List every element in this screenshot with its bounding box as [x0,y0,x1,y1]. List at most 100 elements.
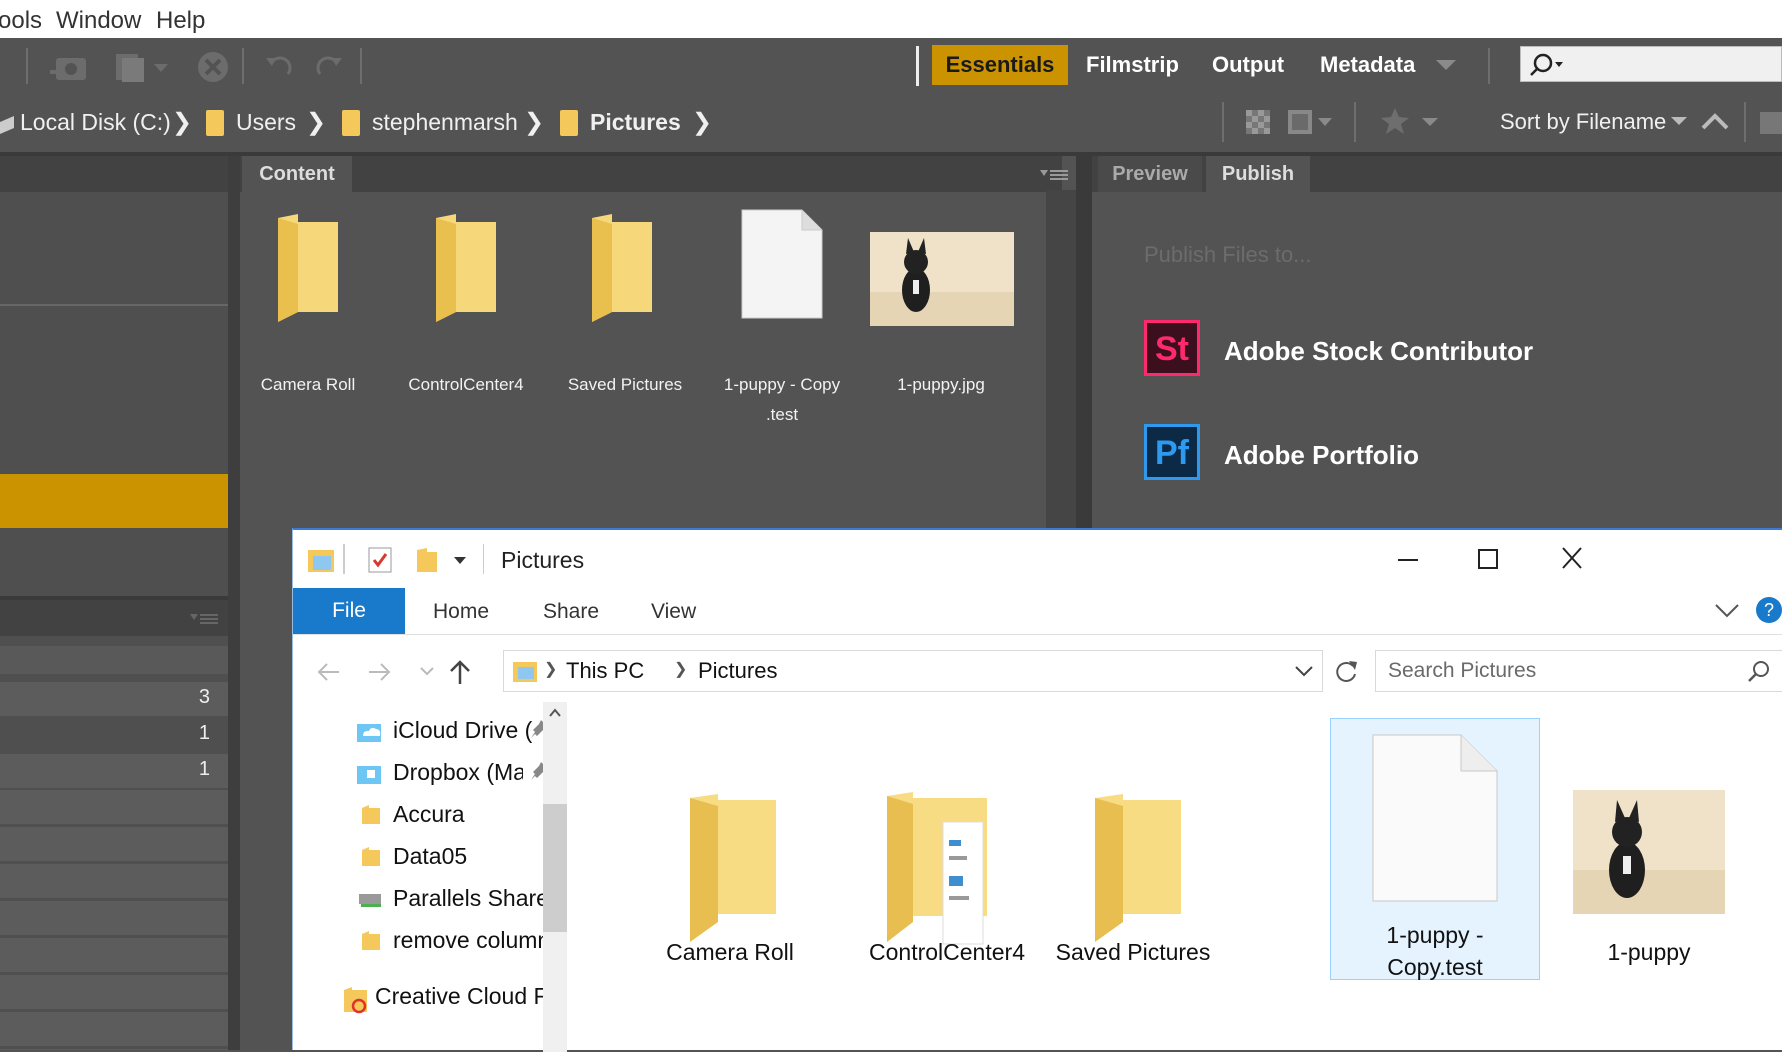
search-placeholder: Search Pictures [1388,659,1537,682]
crumb-chevron-icon[interactable]: ❯ [306,108,326,137]
minimize-icon[interactable] [1373,538,1443,582]
address-this-pc[interactable]: This PC [566,658,644,684]
properties-checkmark-icon[interactable] [367,546,393,574]
copy-dropdown-icon[interactable] [114,50,174,82]
menu-window[interactable]: Window [56,7,141,35]
nav-item-parallels-share[interactable]: Parallels Share o [393,885,553,912]
bridge-search-field[interactable] [1520,46,1782,82]
file-label[interactable]: Camera Roll [630,936,830,968]
file-label[interactable]: 1-puppy [1549,936,1749,968]
crumb-chevron-icon[interactable]: ❯ [524,108,544,137]
ascending-order-chevron-icon[interactable] [1700,108,1730,134]
menu-tools[interactable]: ools [0,7,42,35]
workspace-filmstrip[interactable]: Filmstrip [1086,45,1179,85]
nav-item-data05[interactable]: Data05 [393,843,467,870]
thumbnail-label[interactable]: Camera Roll [233,370,383,400]
nav-item-icloud-drive[interactable]: iCloud Drive ( [393,717,532,744]
tab-publish[interactable]: Publish [1206,156,1310,192]
thumbnail-label[interactable]: Saved Pictures [550,370,700,400]
refresh-icon[interactable] [1331,658,1361,686]
search-icon[interactable] [1746,659,1772,685]
rotate-left-icon[interactable] [262,50,296,82]
folder-icon[interactable] [276,212,340,324]
filter-items-icon[interactable] [1286,108,1336,136]
puppy-photo-thumbnail[interactable] [870,232,1014,326]
blank-file-icon[interactable] [740,208,824,320]
recent-locations-chevron-icon[interactable] [419,666,435,678]
selected-file-tile[interactable]: 1-puppy - Copy.test [1330,718,1540,980]
menu-help[interactable]: Help [156,7,205,35]
filter-row[interactable]: 1 [0,754,228,788]
nav-item-dropbox[interactable]: Dropbox (Mac [393,759,523,786]
panel-menu-icon[interactable] [190,612,220,626]
tab-preview[interactable]: Preview [1098,156,1202,192]
forward-arrow-icon[interactable] [365,660,393,684]
thumbnail-label[interactable]: 1-puppy.jpg [866,370,1016,400]
star-rating-filter-icon[interactable] [1380,106,1444,136]
folder-icon[interactable] [434,212,498,324]
workspace-output[interactable]: Output [1212,45,1284,85]
expand-ribbon-chevron-icon[interactable] [1713,600,1741,620]
address-bar[interactable]: ❯ This PC ❯ Pictures [503,650,1323,692]
nav-item-creative-cloud-files[interactable]: Creative Cloud File [375,983,555,1010]
filter-row[interactable]: 3 [0,682,228,716]
scroll-up-chevron-icon[interactable] [549,708,561,718]
adobe-portfolio-icon[interactable]: Pf [1144,424,1200,480]
new-folder-icon[interactable] [415,546,439,574]
sort-by-filename[interactable]: Sort by Filename [1500,109,1666,135]
service-adobe-portfolio[interactable]: Adobe Portfolio [1224,440,1419,471]
maximize-icon[interactable] [1453,538,1523,582]
rotate-right-icon[interactable] [312,50,346,82]
crumb-chevron-icon[interactable]: ❯ [172,108,192,137]
folder-icon[interactable] [680,794,780,944]
quality-thumbnail-icon[interactable] [1244,108,1272,136]
workspace-splitter[interactable] [916,46,919,86]
up-arrow-icon[interactable] [447,658,473,686]
filter-row[interactable]: 1 [0,718,228,752]
crumb-pictures[interactable]: Pictures [590,109,681,136]
service-adobe-stock-contributor[interactable]: Adobe Stock Contributor [1224,336,1533,367]
crumb-stephenmarsh[interactable]: stephenmarsh [372,109,518,136]
panel-menu-icon[interactable] [1040,168,1070,182]
left-panel-splitter[interactable] [228,156,240,1050]
help-icon[interactable]: ? [1755,596,1782,624]
tab-home[interactable]: Home [433,600,489,624]
crumb-local-disk[interactable]: Local Disk (C:) [20,109,171,136]
new-folder-icon[interactable] [1760,112,1782,134]
filter-row[interactable] [0,646,228,674]
folder-with-documents-icon[interactable] [883,792,995,946]
search-pictures-field[interactable]: Search Pictures [1375,650,1782,692]
adobe-stock-icon[interactable]: St [1144,320,1200,376]
qat-customize-chevron-icon[interactable] [453,556,467,566]
selected-folder-highlight[interactable] [0,474,228,528]
address-chevron-icon[interactable]: ❯ [544,659,557,679]
workspace-essentials[interactable]: Essentials [932,45,1068,85]
folder-icon[interactable] [590,212,654,324]
nav-scrollbar-thumb[interactable] [543,804,567,932]
file-label[interactable]: ControlCenter4 [847,936,1047,968]
sort-menu-chevron-icon[interactable] [1670,116,1688,128]
folder-icon[interactable] [1085,794,1185,944]
crumb-users[interactable]: Users [236,109,296,136]
nav-item-remove-columns[interactable]: remove columns [393,927,553,954]
close-icon[interactable] [1537,538,1607,582]
nav-item-accura[interactable]: Accura [393,801,465,828]
address-chevron-icon[interactable]: ❯ [674,659,687,679]
file-label[interactable]: Saved Pictures [1033,936,1233,968]
crumb-chevron-icon[interactable]: ❯ [692,108,712,137]
camera-download-icon[interactable] [48,50,90,82]
nav-scrollbar[interactable] [543,702,567,1052]
address-history-chevron-icon[interactable] [1294,665,1314,679]
back-arrow-icon[interactable] [315,660,343,684]
address-pictures[interactable]: Pictures [698,658,777,684]
tab-share[interactable]: Share [543,600,599,624]
thumbnail-label[interactable]: ControlCenter4 [391,370,541,400]
thumbnail-label[interactable]: 1-puppy - Copy .test [707,370,857,430]
workspace-menu-chevron-icon[interactable] [1434,58,1458,74]
tab-content[interactable]: Content [242,156,352,192]
refine-icon[interactable] [196,50,232,82]
workspace-metadata[interactable]: Metadata [1320,45,1415,85]
puppy-photo-thumbnail[interactable] [1573,790,1725,914]
tab-file[interactable]: File [293,588,405,634]
tab-view[interactable]: View [651,600,696,624]
